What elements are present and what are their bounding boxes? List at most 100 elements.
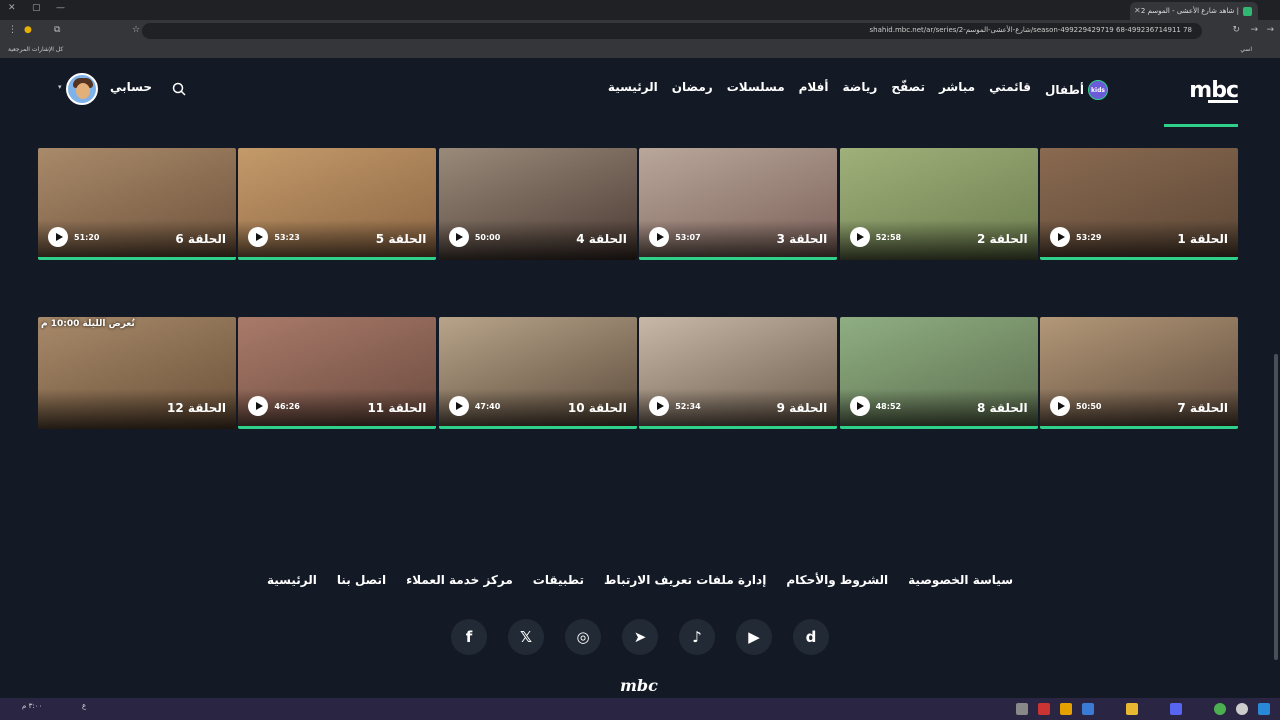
telegram-icon[interactable]: ➤: [622, 619, 658, 655]
nav-item-ramadan[interactable]: رمضان: [672, 80, 713, 100]
close-tab-icon[interactable]: ✕: [1134, 6, 1141, 15]
episode-title: الحلقة 4: [576, 232, 627, 246]
page-scrollbar[interactable]: [1274, 354, 1278, 660]
episode-title: الحلقة 2: [976, 232, 1028, 246]
tiktok-icon[interactable]: ♪: [679, 619, 715, 655]
play-icon[interactable]: [849, 227, 870, 247]
footer-link-contact[interactable]: اتصل بنا: [337, 573, 386, 587]
taskbar-language[interactable]: ع: [82, 702, 86, 710]
episode-card[interactable]: الحلقة 2 52:58: [839, 148, 1038, 260]
nav-item-browse[interactable]: تصفّح: [891, 80, 925, 100]
browser-tab[interactable]: ✕ شاهد شارع الأعشى - الموسم 2 |: [1130, 2, 1258, 20]
extensions-icon[interactable]: ⧉: [54, 25, 60, 35]
reload-icon[interactable]: ↻: [1232, 25, 1240, 35]
episode-duration: 48:52: [875, 402, 902, 411]
favicon-icon: [1243, 6, 1252, 16]
episode-card[interactable]: الحلقة 7 50:50: [1040, 317, 1238, 429]
footer-link-home[interactable]: الرئيسية: [267, 573, 317, 587]
close-window-icon[interactable]: ✕: [8, 3, 16, 13]
browser-tab-bar: ✕ ▢ — + ✕ شاهد شارع الأعشى - الموسم 2 |: [0, 0, 1280, 20]
search-icon[interactable]: [1236, 703, 1248, 715]
footer-link-cookies[interactable]: إدارة ملفات تعريف الارتباط: [604, 573, 766, 587]
all-bookmarks-link[interactable]: كل الإشارات المرجعية: [8, 46, 63, 53]
chrome-icon[interactable]: [1214, 703, 1226, 715]
play-icon[interactable]: [448, 227, 469, 247]
account-menu[interactable]: حسابي: [110, 80, 152, 94]
watch-progress-bar: [238, 426, 437, 429]
footer-mbc-logo[interactable]: mbc: [620, 676, 658, 695]
episode-title: الحلقة 12: [167, 401, 226, 415]
watch-progress-bar: [438, 426, 637, 429]
footer-link-apps[interactable]: تطبيقات: [533, 573, 584, 587]
taskbar-app-icon[interactable]: [1016, 703, 1028, 715]
airing-badge: تُعرض الليلة 10:00 م: [41, 319, 135, 329]
nav-item-live[interactable]: مباشر: [939, 80, 975, 100]
address-bar-row: ⋮ ● ⧉ ☆ ⊡ shahid.mbc.net/ar/series/شارع-…: [0, 20, 1280, 42]
menu-icon[interactable]: ⋮: [8, 25, 17, 35]
play-icon[interactable]: [1050, 227, 1070, 247]
start-icon[interactable]: [1258, 703, 1270, 715]
episode-duration: 46:26: [274, 402, 300, 411]
watch-progress-bar: [639, 426, 838, 429]
episode-card[interactable]: الحلقة 11 46:26: [238, 317, 437, 429]
os-taskbar: ٣:٠٠ م ع: [0, 698, 1280, 720]
play-icon[interactable]: [48, 227, 68, 247]
taskbar-clock[interactable]: ٣:٠٠ م: [22, 702, 42, 710]
search-icon[interactable]: [172, 82, 186, 96]
x-icon[interactable]: 𝕏: [508, 619, 544, 655]
episode-title: الحلقة 9: [776, 401, 828, 415]
instagram-icon[interactable]: ◎: [565, 619, 601, 655]
tab-title: شاهد شارع الأعشى - الموسم 2 |: [1140, 7, 1239, 15]
minimize-window-icon[interactable]: —: [56, 3, 65, 13]
episode-card[interactable]: الحلقة 6 51:20: [38, 148, 236, 260]
nav-item-movies[interactable]: أفلام: [799, 80, 829, 100]
footer-link-support[interactable]: مركز خدمة العملاء: [406, 573, 513, 587]
profile-icon[interactable]: ●: [24, 25, 32, 35]
episode-card[interactable]: الحلقة 3 53:07: [639, 148, 838, 260]
nav-item-sports[interactable]: رياضة: [843, 80, 878, 100]
url-field[interactable]: shahid.mbc.net/ar/series/شارع-الأعشى-الم…: [142, 23, 1202, 39]
bookmark-star-icon[interactable]: ☆: [132, 25, 140, 35]
play-icon[interactable]: [849, 396, 870, 416]
main-nav: الرئيسية رمضان مسلسلات أفلام رياضة تصفّح…: [608, 80, 1108, 100]
episode-title: الحلقة 10: [567, 401, 627, 415]
youtube-icon[interactable]: ▶: [736, 619, 772, 655]
episode-card[interactable]: الحلقة 4 50:00: [438, 148, 637, 260]
episode-card[interactable]: الحلقة 1 53:29: [1040, 148, 1238, 260]
episode-card[interactable]: الحلقة 5 53:23: [238, 148, 437, 260]
nav-item-series[interactable]: مسلسلات: [727, 80, 785, 100]
footer-link-terms[interactable]: الشروط والأحكام: [786, 573, 888, 587]
episode-duration: 53:23: [274, 233, 300, 242]
episode-card[interactable]: الحلقة 8 48:52: [839, 317, 1038, 429]
forward-icon[interactable]: →: [1250, 25, 1258, 35]
folder-icon[interactable]: [1126, 703, 1138, 715]
episode-title: الحلقة 5: [375, 232, 427, 246]
taskbar-app-icon[interactable]: [1060, 703, 1072, 715]
nav-item-my-list[interactable]: قائمتي: [989, 80, 1031, 100]
episode-card[interactable]: الحلقة 12 تُعرض الليلة 10:00 م: [38, 317, 236, 429]
back-icon[interactable]: →: [1266, 25, 1274, 35]
footer-links: الرئيسية اتصل بنا مركز خدمة العملاء تطبي…: [0, 573, 1280, 587]
chevron-down-icon[interactable]: ▾: [58, 83, 62, 91]
logo-bar-decoration: [1208, 100, 1238, 103]
avatar[interactable]: [66, 73, 98, 105]
play-icon[interactable]: [1050, 396, 1070, 416]
bookmarks-bar: كل الإشارات المرجعية اسي: [0, 42, 1280, 58]
nav-item-home[interactable]: الرئيسية: [608, 80, 658, 100]
dailymotion-icon[interactable]: d: [793, 619, 829, 655]
episode-card[interactable]: الحلقة 10 47:40: [438, 317, 637, 429]
play-icon[interactable]: [448, 396, 469, 416]
bookmark-item[interactable]: اسي: [1240, 46, 1252, 53]
nav-item-kids[interactable]: kids أطفال: [1045, 80, 1108, 100]
episode-duration: 50:00: [474, 233, 501, 242]
taskbar-app-icon[interactable]: [1082, 703, 1094, 715]
footer-link-privacy[interactable]: سياسة الخصوصية: [908, 573, 1013, 587]
maximize-window-icon[interactable]: ▢: [32, 3, 41, 13]
taskbar-app-icon[interactable]: [1038, 703, 1050, 715]
facebook-icon[interactable]: f: [451, 619, 487, 655]
episode-card[interactable]: الحلقة 9 52:34: [639, 317, 838, 429]
taskbar-app-icon[interactable]: [1170, 703, 1182, 715]
watch-progress-bar: [839, 426, 1038, 429]
episode-duration: 53:07: [675, 233, 701, 242]
watch-progress-bar: [1040, 426, 1238, 429]
